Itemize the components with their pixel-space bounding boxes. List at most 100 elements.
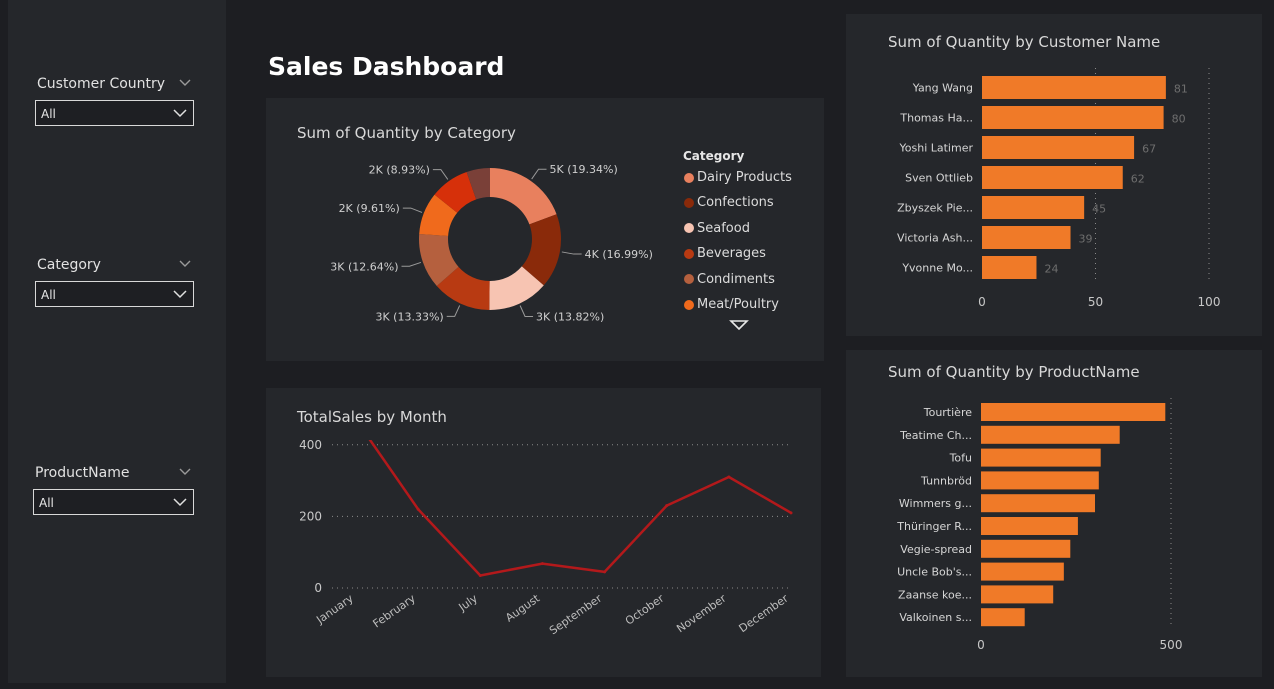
slicer-dropdown[interactable]: All xyxy=(33,489,194,515)
y-tick-label: Wimmers g... xyxy=(899,497,972,510)
y-tick-label: 0 xyxy=(314,581,322,595)
legend-label: Confections xyxy=(697,195,774,211)
data-point xyxy=(416,507,420,511)
legend-label: Beverages xyxy=(697,246,766,262)
x-tick-label: 50 xyxy=(1088,295,1103,309)
legend-dot xyxy=(684,197,694,208)
legend-title: Category xyxy=(683,149,745,163)
y-tick-label: Tofu xyxy=(949,452,972,465)
data-label: 81 xyxy=(1174,83,1188,96)
donut-data-label: 5K (19.34%) xyxy=(550,163,618,176)
y-tick-label: Uncle Bob's... xyxy=(897,566,972,579)
bar xyxy=(981,608,1025,627)
data-point xyxy=(540,562,544,566)
line-chart-title: TotalSales by Month xyxy=(297,408,447,426)
legend-item[interactable]: Dairy Products xyxy=(684,170,792,185)
data-label: 45 xyxy=(1092,203,1106,216)
y-tick-label: Zbyszek Pie... xyxy=(897,202,973,215)
line-chart[interactable]: 0 200 400 January February July August Septembe… xyxy=(266,440,821,670)
data-label: 67 xyxy=(1142,143,1156,156)
bar xyxy=(982,136,1135,159)
page-title: Sales Dashboard xyxy=(268,52,505,81)
legend-item[interactable]: Condiments xyxy=(684,272,775,287)
donut-data-label: 3K (13.33%) xyxy=(375,310,443,323)
legend-dot xyxy=(684,248,694,259)
data-label: 62 xyxy=(1131,173,1145,186)
bar xyxy=(981,562,1064,581)
data-label: 24 xyxy=(1044,263,1058,276)
donut-chart[interactable]: 5K (19.34%) 4K (16.99%) 3K (13.82%) 3K (13.… xyxy=(266,140,676,350)
x-tick-label: 0 xyxy=(977,638,985,652)
chevron-down-icon[interactable] xyxy=(178,467,192,477)
leader-line xyxy=(446,305,461,317)
data-label: 39 xyxy=(1079,233,1093,246)
x-tick-label: July xyxy=(456,592,481,615)
product-bar-title: Sum of Quantity by ProductName xyxy=(888,363,1140,381)
y-tick-label: 200 xyxy=(299,509,322,523)
y-tick-label: Valkoinen s... xyxy=(899,611,972,624)
data-label: 80 xyxy=(1172,113,1186,126)
x-tick-label: October xyxy=(623,592,667,628)
data-point xyxy=(727,475,731,479)
donut-data-label: 2K (8.93%) xyxy=(369,164,430,177)
bar xyxy=(981,403,1166,421)
slicer-title: Category xyxy=(37,257,101,273)
legend-dot xyxy=(684,172,694,183)
y-tick-label: Zaanse koe... xyxy=(898,588,972,601)
y-tick-label: 400 xyxy=(299,440,322,452)
bar xyxy=(981,585,1054,604)
leader-line xyxy=(402,207,423,213)
y-tick-label: Victoria Ash... xyxy=(897,232,973,245)
x-tick-label: 0 xyxy=(978,295,986,309)
bar xyxy=(981,448,1101,467)
triangle-down-icon[interactable] xyxy=(729,319,749,331)
chevron-down-icon xyxy=(173,109,187,118)
x-tick-label: August xyxy=(503,591,543,624)
x-tick-label: 500 xyxy=(1160,638,1183,652)
product-bar-chart[interactable]: 0 500 Tourtière Teatime Ch... Tofu Tunnbröd Wi… xyxy=(846,390,1262,670)
bar xyxy=(982,196,1085,219)
y-tick-label: Thüringer R... xyxy=(896,520,972,533)
donut-data-label: 2K (9.61%) xyxy=(339,202,400,215)
legend-label: Dairy Products xyxy=(697,170,792,185)
bar xyxy=(982,226,1071,249)
legend-dot xyxy=(684,274,694,285)
legend-dot xyxy=(684,223,694,234)
chevron-down-icon xyxy=(173,290,187,299)
slicer-value: All xyxy=(41,107,56,121)
bar xyxy=(982,76,1166,99)
data-point xyxy=(789,511,793,515)
chevron-down-icon[interactable] xyxy=(178,78,192,88)
y-tick-label: Vegie-spread xyxy=(900,543,972,556)
x-tick-label: January xyxy=(313,592,356,627)
bar xyxy=(981,539,1071,558)
donut-data-label: 4K (16.99%) xyxy=(585,248,653,261)
bar xyxy=(981,517,1078,535)
slicer-dropdown[interactable]: All xyxy=(35,281,194,307)
data-point xyxy=(665,504,669,508)
slicer-title: ProductName xyxy=(35,465,130,481)
x-tick-label: 100 xyxy=(1198,295,1221,309)
x-tick-label: November xyxy=(674,592,729,636)
y-tick-label: Yang Wang xyxy=(912,82,973,95)
leader-line xyxy=(432,169,449,180)
x-tick-label: September xyxy=(547,592,605,638)
leader-line xyxy=(519,305,534,317)
slicer-dropdown[interactable]: All xyxy=(35,100,194,126)
legend-label: Seafood xyxy=(697,220,750,236)
legend-item[interactable]: Meat/Poultry xyxy=(684,297,779,312)
donut-data-label: 3K (12.64%) xyxy=(330,260,398,273)
legend-item[interactable]: Beverages xyxy=(684,246,766,261)
leader-line xyxy=(561,251,582,255)
y-tick-label: Sven Ottlieb xyxy=(905,172,973,185)
bar xyxy=(982,106,1164,129)
legend-item[interactable]: Seafood xyxy=(684,221,750,236)
chevron-down-icon[interactable] xyxy=(178,259,192,269)
slicer-title: Customer Country xyxy=(37,76,166,92)
legend-label: Meat/Poultry xyxy=(697,297,779,312)
legend-item[interactable]: Confections xyxy=(684,195,774,210)
y-tick-label: Tunnbröd xyxy=(920,474,972,487)
customer-bar-chart[interactable]: 0 50 100 Yang Wang 81 Thomas Ha... 80 Yoshi Lat… xyxy=(846,60,1262,330)
bar xyxy=(982,166,1123,189)
y-tick-label: Yvonne Mo... xyxy=(901,262,973,275)
